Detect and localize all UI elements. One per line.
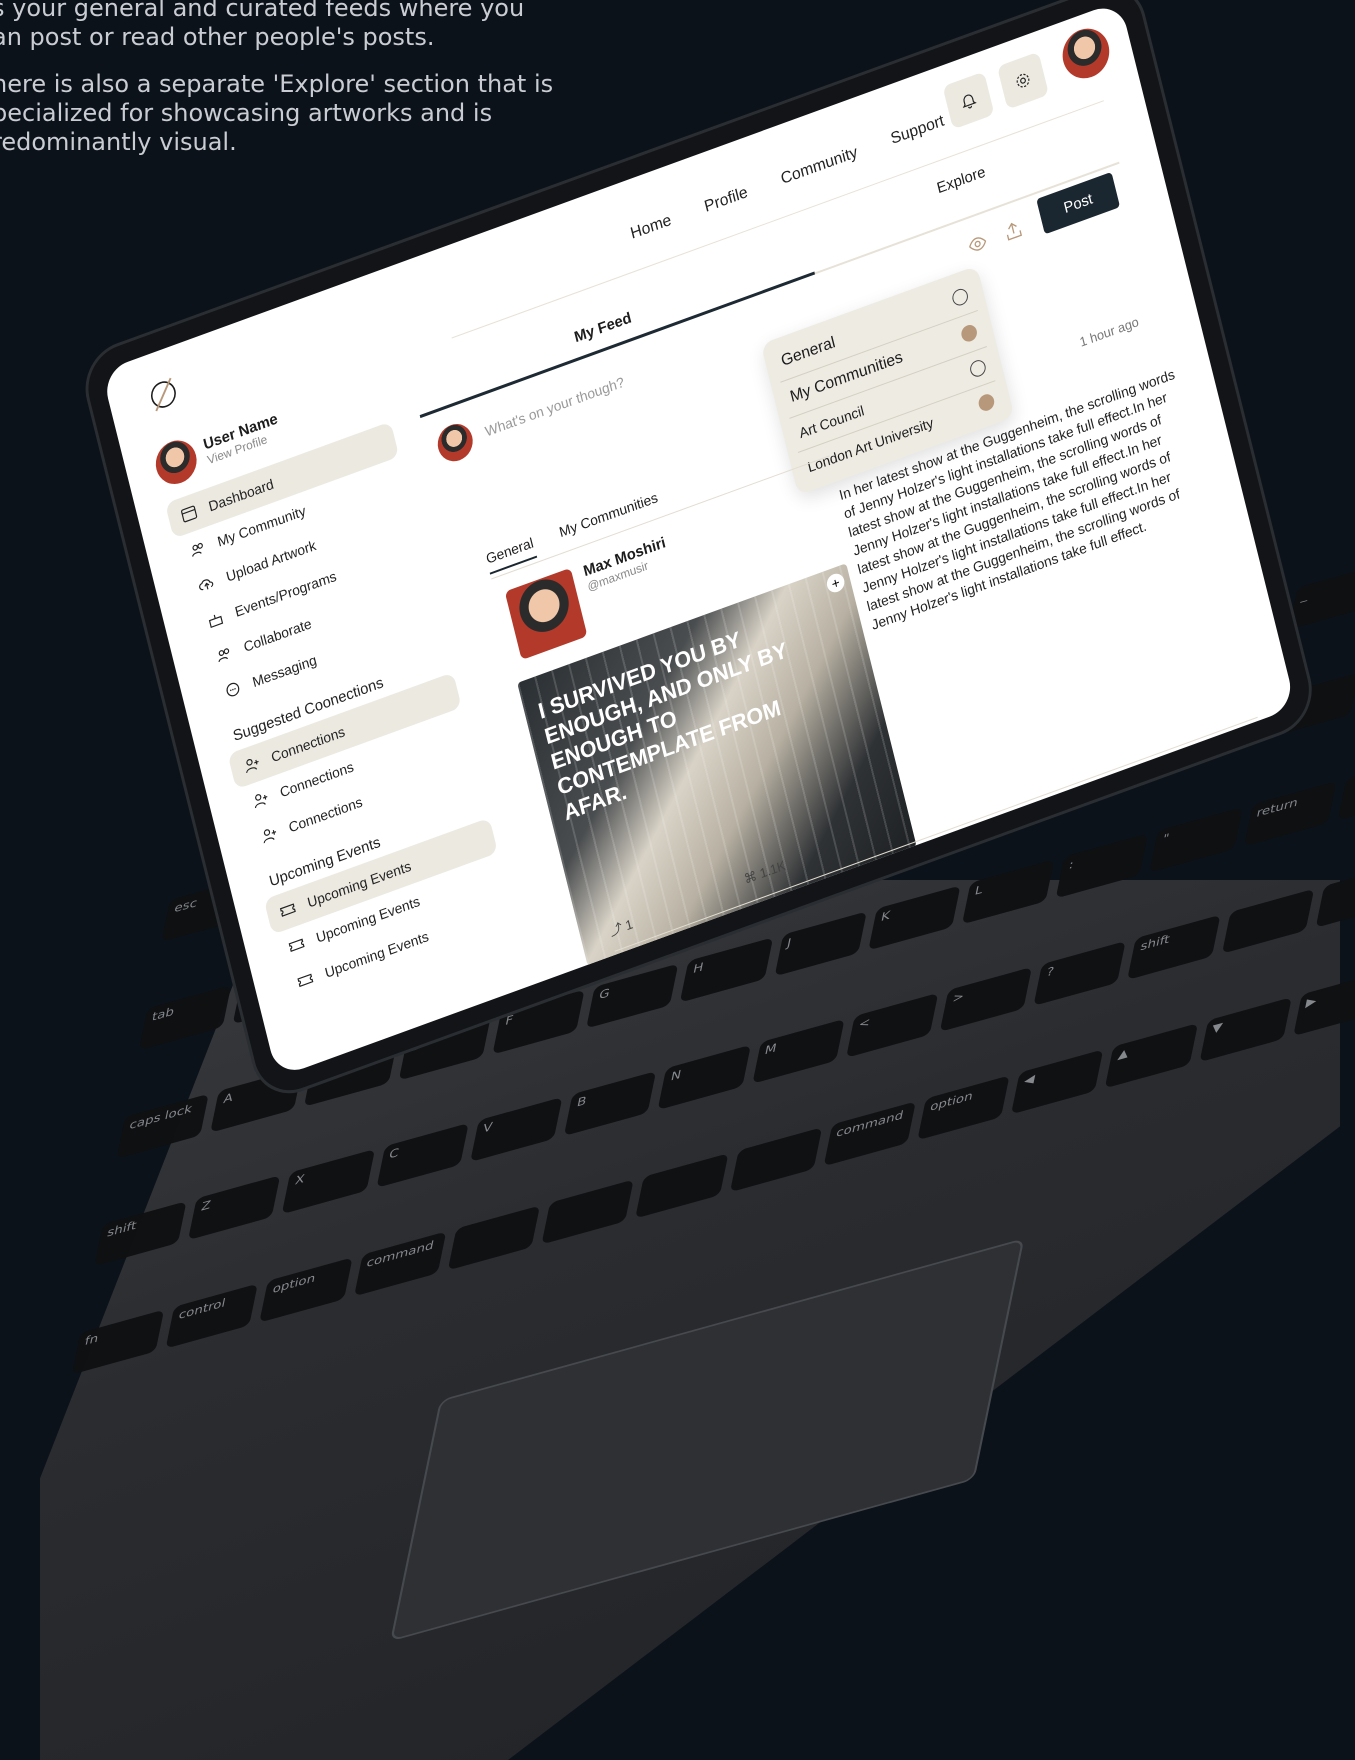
post-button[interactable]: Post	[1036, 171, 1121, 235]
intro-line-3: here is also a separate 'Explore' sectio…	[0, 70, 554, 98]
notifications-button[interactable]	[942, 71, 995, 130]
bell-icon	[962, 94, 977, 109]
cake-icon	[208, 614, 224, 629]
gear-icon	[1016, 73, 1030, 88]
subtab-general[interactable]: General	[484, 534, 538, 575]
keyboard-key[interactable]: command	[823, 1101, 916, 1167]
radio-icon[interactable]	[959, 322, 979, 344]
keyboard-key[interactable]: tab	[138, 984, 232, 1051]
keyboard-key[interactable]: option	[917, 1075, 1010, 1141]
keyboard-key[interactable]: L	[961, 858, 1055, 925]
keyboard-key[interactable]: return	[1243, 780, 1337, 847]
keyboard-key[interactable]: caps lock	[116, 1093, 210, 1159]
keyboard-key[interactable]: ?	[1033, 941, 1127, 1007]
keyboard-key[interactable]: Z	[188, 1175, 281, 1241]
author-avatar[interactable]	[504, 567, 588, 661]
intro-text: s your general and curated feeds where y…	[0, 0, 572, 175]
community-icon	[192, 542, 203, 557]
collaborate-icon	[218, 648, 230, 662]
keyboard-key[interactable]	[1337, 754, 1355, 820]
keyboard-key[interactable]: option	[259, 1257, 353, 1323]
command-icon: ⌘	[742, 867, 759, 887]
ticket-icon	[288, 938, 305, 952]
keyboard-key[interactable]: :	[1055, 832, 1149, 899]
intro-line-2: an post or read other people's posts.	[0, 23, 435, 51]
keyboard-key[interactable]	[1221, 889, 1314, 955]
keyboard-key[interactable]: >	[939, 967, 1033, 1033]
top-nav: Home Profile Community Support	[629, 112, 946, 243]
composer-avatar	[433, 418, 477, 467]
intro-line-1: s your general and curated feeds where y…	[0, 0, 525, 22]
chat-icon	[226, 682, 240, 697]
nav-profile[interactable]: Profile	[703, 184, 750, 217]
upload-icon	[199, 579, 214, 591]
keyboard-key[interactable]: shift	[94, 1201, 187, 1267]
nav-home[interactable]: Home	[629, 212, 673, 244]
keyboard-key[interactable]	[1315, 863, 1355, 929]
keyboard-key[interactable]	[729, 1127, 822, 1193]
post-composer: What's on your though?	[433, 364, 628, 467]
app-logo-icon[interactable]	[143, 372, 183, 417]
post-timestamp: 1 hour ago	[1078, 313, 1141, 350]
nav-community[interactable]: Community	[779, 144, 859, 189]
keyboard-key[interactable]: X	[282, 1149, 375, 1215]
keyboard-key[interactable]: M	[751, 1019, 845, 1085]
keyboard-key[interactable]: ◀	[1011, 1049, 1104, 1115]
user-avatar	[151, 434, 202, 490]
share-count: 1	[623, 916, 635, 934]
keyboard-key[interactable]: V	[469, 1097, 563, 1163]
add-user-icon	[254, 794, 268, 809]
keyboard-key[interactable]: fn	[71, 1309, 165, 1375]
eye-icon[interactable]	[966, 231, 990, 257]
keyboard-key[interactable]: ▶	[1292, 971, 1355, 1037]
ticket-icon	[297, 973, 314, 988]
keyboard-key[interactable]: ▼	[1198, 997, 1292, 1063]
keyboard-key[interactable]: control	[165, 1283, 259, 1349]
keyboard-key[interactable]: K	[868, 885, 961, 951]
ticket-icon	[279, 903, 296, 917]
keyboard-key[interactable]: shift	[1127, 915, 1220, 981]
keyboard-key[interactable]: B	[563, 1071, 657, 1137]
intro-line-4: pecialized for showcasing artworks and i…	[0, 99, 493, 127]
add-user-icon	[263, 829, 277, 844]
radio-icon[interactable]	[968, 357, 988, 379]
share-icon: ⤴	[608, 919, 625, 940]
nav-support[interactable]: Support	[889, 112, 946, 149]
dashboard-icon	[181, 505, 198, 523]
top-avatar[interactable]	[1057, 21, 1115, 86]
keyboard-key[interactable]: H	[680, 937, 773, 1003]
composer-tools	[966, 218, 1025, 257]
keyboard-key[interactable]	[447, 1205, 541, 1271]
settings-button[interactable]	[996, 51, 1050, 110]
keyboard-key[interactable]: ▲	[1105, 1023, 1198, 1089]
keyboard-key[interactable]: <	[845, 993, 939, 1059]
radio-icon[interactable]	[976, 392, 996, 414]
intro-line-5: redominantly visual.	[0, 128, 237, 156]
keyboard-key[interactable]	[635, 1153, 728, 1219]
keyboard-key[interactable]	[541, 1179, 635, 1245]
keyboard-key[interactable]: command	[353, 1231, 447, 1297]
keyboard-key[interactable]: J	[774, 911, 867, 977]
keyboard-key[interactable]: C	[375, 1123, 469, 1189]
keyboard-key[interactable]: N	[657, 1045, 751, 1111]
add-user-icon	[246, 758, 259, 773]
tab-explore[interactable]: Explore	[935, 163, 987, 197]
share-upload-icon[interactable]	[1002, 218, 1026, 244]
keyboard-key[interactable]: "	[1149, 806, 1243, 873]
radio-icon[interactable]	[950, 286, 970, 308]
keyboard-key[interactable]: _	[1288, 564, 1355, 630]
